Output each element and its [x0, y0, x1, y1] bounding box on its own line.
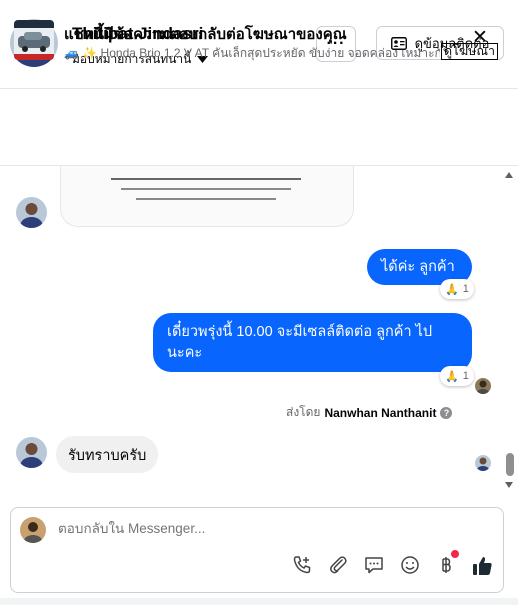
- sent-by-info: ส่งโดย Nanwhan Nanthanit ?: [286, 403, 453, 422]
- ad-reply-banner: [0, 89, 518, 166]
- outgoing-message-bubble[interactable]: เดี๋ยวพรุ่งนี้ 10.00 จะมีเซลล์ติดต่อ ลูก…: [153, 313, 472, 372]
- pray-emoji-icon: 🙏: [445, 283, 459, 296]
- message-reaction[interactable]: 🙏 1: [440, 366, 474, 386]
- seen-avatar: [475, 378, 491, 394]
- close-icon[interactable]: ✕: [472, 28, 488, 47]
- ad-banner-subtitle: 🚙 ✨ Honda Brio 1.2 V AT คันเล็กสุดประหยั…: [64, 46, 440, 60]
- contact-avatar-small[interactable]: [16, 197, 47, 228]
- notification-dot: [451, 550, 459, 558]
- reply-input[interactable]: [58, 521, 438, 536]
- scroll-up-arrow[interactable]: [505, 172, 513, 178]
- seen-avatar: [475, 455, 491, 471]
- contact-avatar-small[interactable]: [16, 437, 47, 468]
- footer-strip: [0, 598, 518, 605]
- reaction-count: 1: [462, 283, 469, 295]
- ad-banner-title: แชทนี้มีข้อความตอบกลับต่อโฆษณาของคุณ: [64, 26, 347, 43]
- sent-by-prefix: ส่งโดย: [286, 405, 321, 419]
- scrollbar-thumb[interactable]: [506, 453, 514, 476]
- help-icon[interactable]: ?: [440, 406, 453, 419]
- message-reaction[interactable]: 🙏 1: [440, 279, 474, 299]
- paperclip-icon[interactable]: [327, 554, 349, 576]
- ad-thumbnail[interactable]: [14, 20, 54, 60]
- message-composer: [10, 507, 504, 593]
- incoming-message-bubble[interactable]: รับทราบครับ: [56, 436, 159, 473]
- thumbs-up-icon[interactable]: [471, 554, 493, 576]
- agent-avatar: [20, 517, 46, 543]
- scroll-down-arrow[interactable]: [505, 482, 513, 488]
- view-ad-link[interactable]: ดูโฆษณา: [441, 43, 498, 60]
- smiley-icon[interactable]: [399, 554, 421, 576]
- sender-name: Nanwhan Nanthanit: [324, 405, 437, 420]
- pray-emoji-icon: 🙏: [445, 370, 459, 383]
- chat-bubble-icon[interactable]: [363, 554, 385, 576]
- phone-add-icon[interactable]: [291, 554, 313, 576]
- reaction-count: 1: [462, 370, 469, 382]
- image-attachment-message[interactable]: [60, 166, 354, 227]
